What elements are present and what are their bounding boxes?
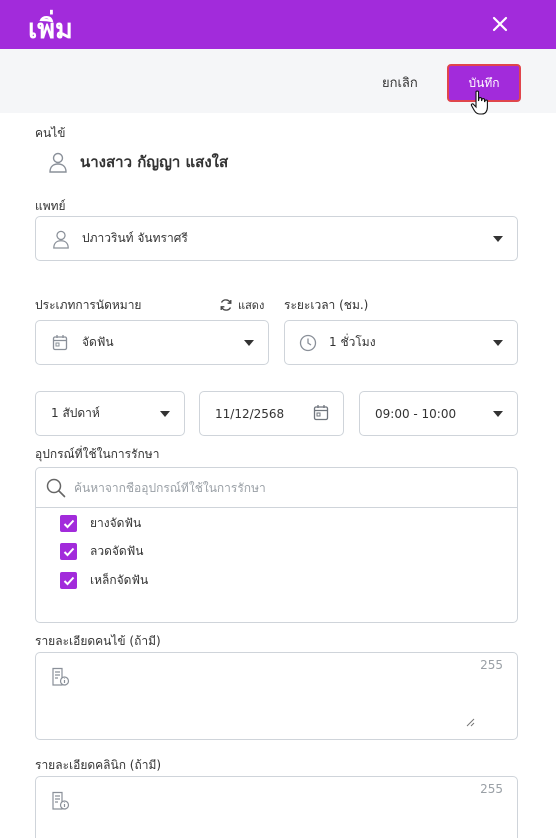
- refresh-label: แสดง: [238, 299, 265, 312]
- time-select[interactable]: 09:00 - 10:00: [359, 391, 518, 436]
- user-icon: [53, 230, 69, 249]
- modal-title: เพิ่ม: [28, 14, 73, 45]
- checkbox-checked[interactable]: [60, 515, 77, 532]
- doctor-label: แพทย์: [35, 199, 66, 213]
- hand-cursor-icon: [470, 90, 488, 115]
- patient-name: นางสาว กัญญา แสงใส: [80, 153, 229, 171]
- appointment-type-label: ประเภทการนัดหมาย: [35, 298, 142, 312]
- checkbox-checked[interactable]: [60, 543, 77, 560]
- equipment-item-label: เหล็กจัดฟัน: [90, 573, 149, 587]
- appointment-type-select[interactable]: จัดฟัน: [35, 320, 269, 365]
- char-counter: 255: [480, 658, 503, 672]
- appointment-type-value: จัดฟัน: [82, 335, 114, 349]
- patient-label: คนไข้: [35, 126, 66, 140]
- checkbox-checked[interactable]: [60, 572, 77, 589]
- refresh-icon: [220, 299, 232, 311]
- patient-detail-textarea[interactable]: 255: [35, 652, 518, 740]
- clock-icon: [299, 334, 317, 351]
- cancel-button[interactable]: ยกเลิก: [382, 72, 418, 93]
- check-icon: [63, 547, 74, 556]
- duration-select[interactable]: 1 ชั่วโมง: [284, 320, 518, 365]
- duration-label: ระยะเวลา (ชม.): [284, 298, 369, 312]
- chevron-down-icon: [493, 235, 503, 242]
- equipment-label: อุปกรณ์ที่ใช้ในการรักษา: [35, 447, 160, 461]
- equipment-item[interactable]: เหล็กจัดฟัน: [60, 571, 148, 590]
- duration-value: 1 ชั่วโมง: [329, 335, 376, 349]
- equipment-item-label: ลวดจัดฟัน: [90, 544, 144, 558]
- chevron-down-icon: [160, 410, 170, 417]
- calendar-icon[interactable]: [313, 404, 329, 421]
- document-info-icon: [52, 667, 70, 686]
- equipment-item-label: ยางจัดฟัน: [90, 516, 142, 530]
- chevron-down-icon: [493, 410, 503, 417]
- equipment-item[interactable]: ยางจัดฟัน: [60, 514, 141, 533]
- date-input[interactable]: 11/12/2568: [199, 391, 344, 436]
- equipment-search-input[interactable]: [74, 480, 494, 495]
- check-icon: [63, 576, 74, 585]
- period-value: 1 สัปดาห์: [51, 406, 100, 420]
- check-icon: [63, 519, 74, 528]
- modal-header: เพิ่ม: [0, 0, 556, 49]
- doctor-select[interactable]: ปภาวรินท์ จันทราศรี: [35, 216, 518, 261]
- patient-display: นางสาว กัญญา แสงใส: [48, 150, 228, 174]
- calendar-icon: [52, 335, 68, 351]
- char-counter: 255: [480, 782, 503, 796]
- equipment-panel: ยางจัดฟัน ลวดจัดฟัน เหล็กจัดฟัน: [35, 467, 518, 623]
- clinic-detail-textarea[interactable]: 255: [35, 776, 518, 838]
- clinic-detail-label: รายละเอียดคลินิก (ถ้ามี): [35, 758, 162, 772]
- time-value: 09:00 - 10:00: [375, 406, 457, 421]
- equipment-search: [36, 468, 517, 508]
- period-select[interactable]: 1 สัปดาห์: [35, 391, 185, 436]
- search-icon: [46, 478, 66, 497]
- user-icon: [49, 152, 67, 173]
- document-info-icon: [52, 791, 70, 810]
- close-icon[interactable]: [490, 14, 510, 34]
- chevron-down-icon: [493, 339, 503, 346]
- equipment-item[interactable]: ลวดจัดฟัน: [60, 542, 143, 561]
- refresh-toggle[interactable]: แสดง: [219, 296, 264, 314]
- date-value: 11/12/2568: [215, 406, 285, 421]
- doctor-value: ปภาวรินท์ จันทราศรี: [82, 231, 188, 245]
- resize-handle-icon[interactable]: [466, 718, 475, 727]
- patient-detail-label: รายละเอียดคนไข้ (ถ้ามี): [35, 634, 161, 648]
- chevron-down-icon: [244, 339, 254, 346]
